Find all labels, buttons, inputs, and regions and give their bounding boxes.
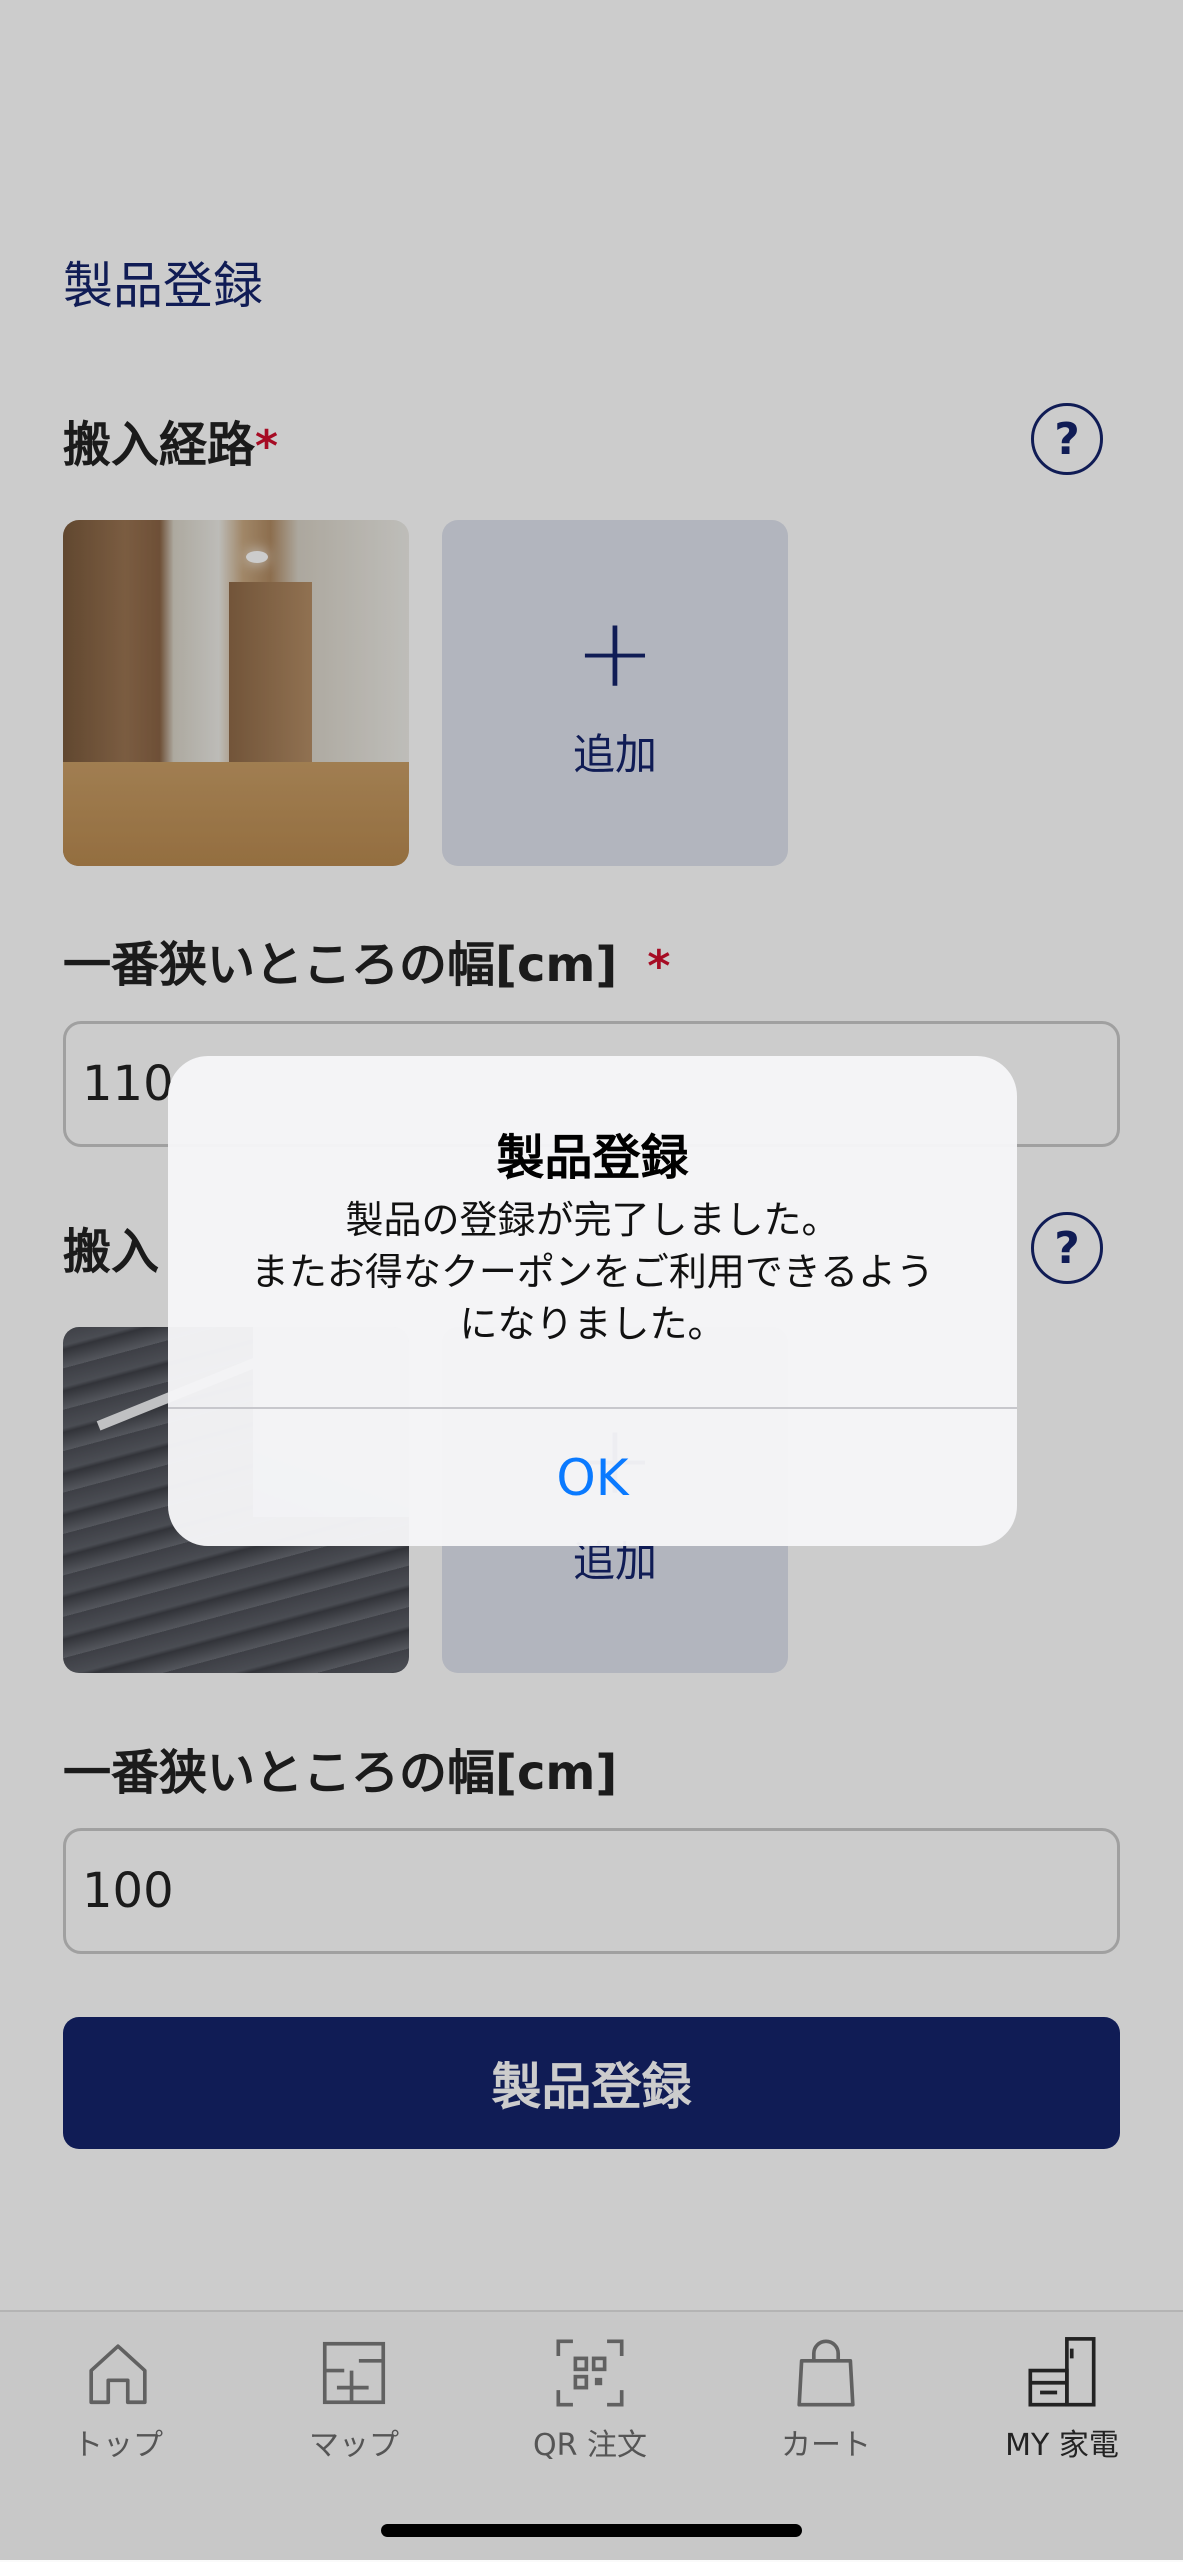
ok-button[interactable]: OK [168, 1409, 1017, 1546]
registration-complete-alert: 製品登録 製品の登録が完了しました。 またお得なクーポンをご利用できるよう にな… [168, 1056, 1017, 1546]
alert-message-line: になりました。 [459, 1302, 726, 1346]
alert-message-line: 製品の登録が完了しました。 [345, 1198, 840, 1242]
alert-message: 製品の登録が完了しました。 またお得なクーポンをご利用できるよう になりました。 [228, 1194, 957, 1350]
alert-message-line: またお得なクーポンをご利用できるよう [250, 1250, 935, 1294]
alert-title: 製品登録 [496, 1130, 689, 1186]
